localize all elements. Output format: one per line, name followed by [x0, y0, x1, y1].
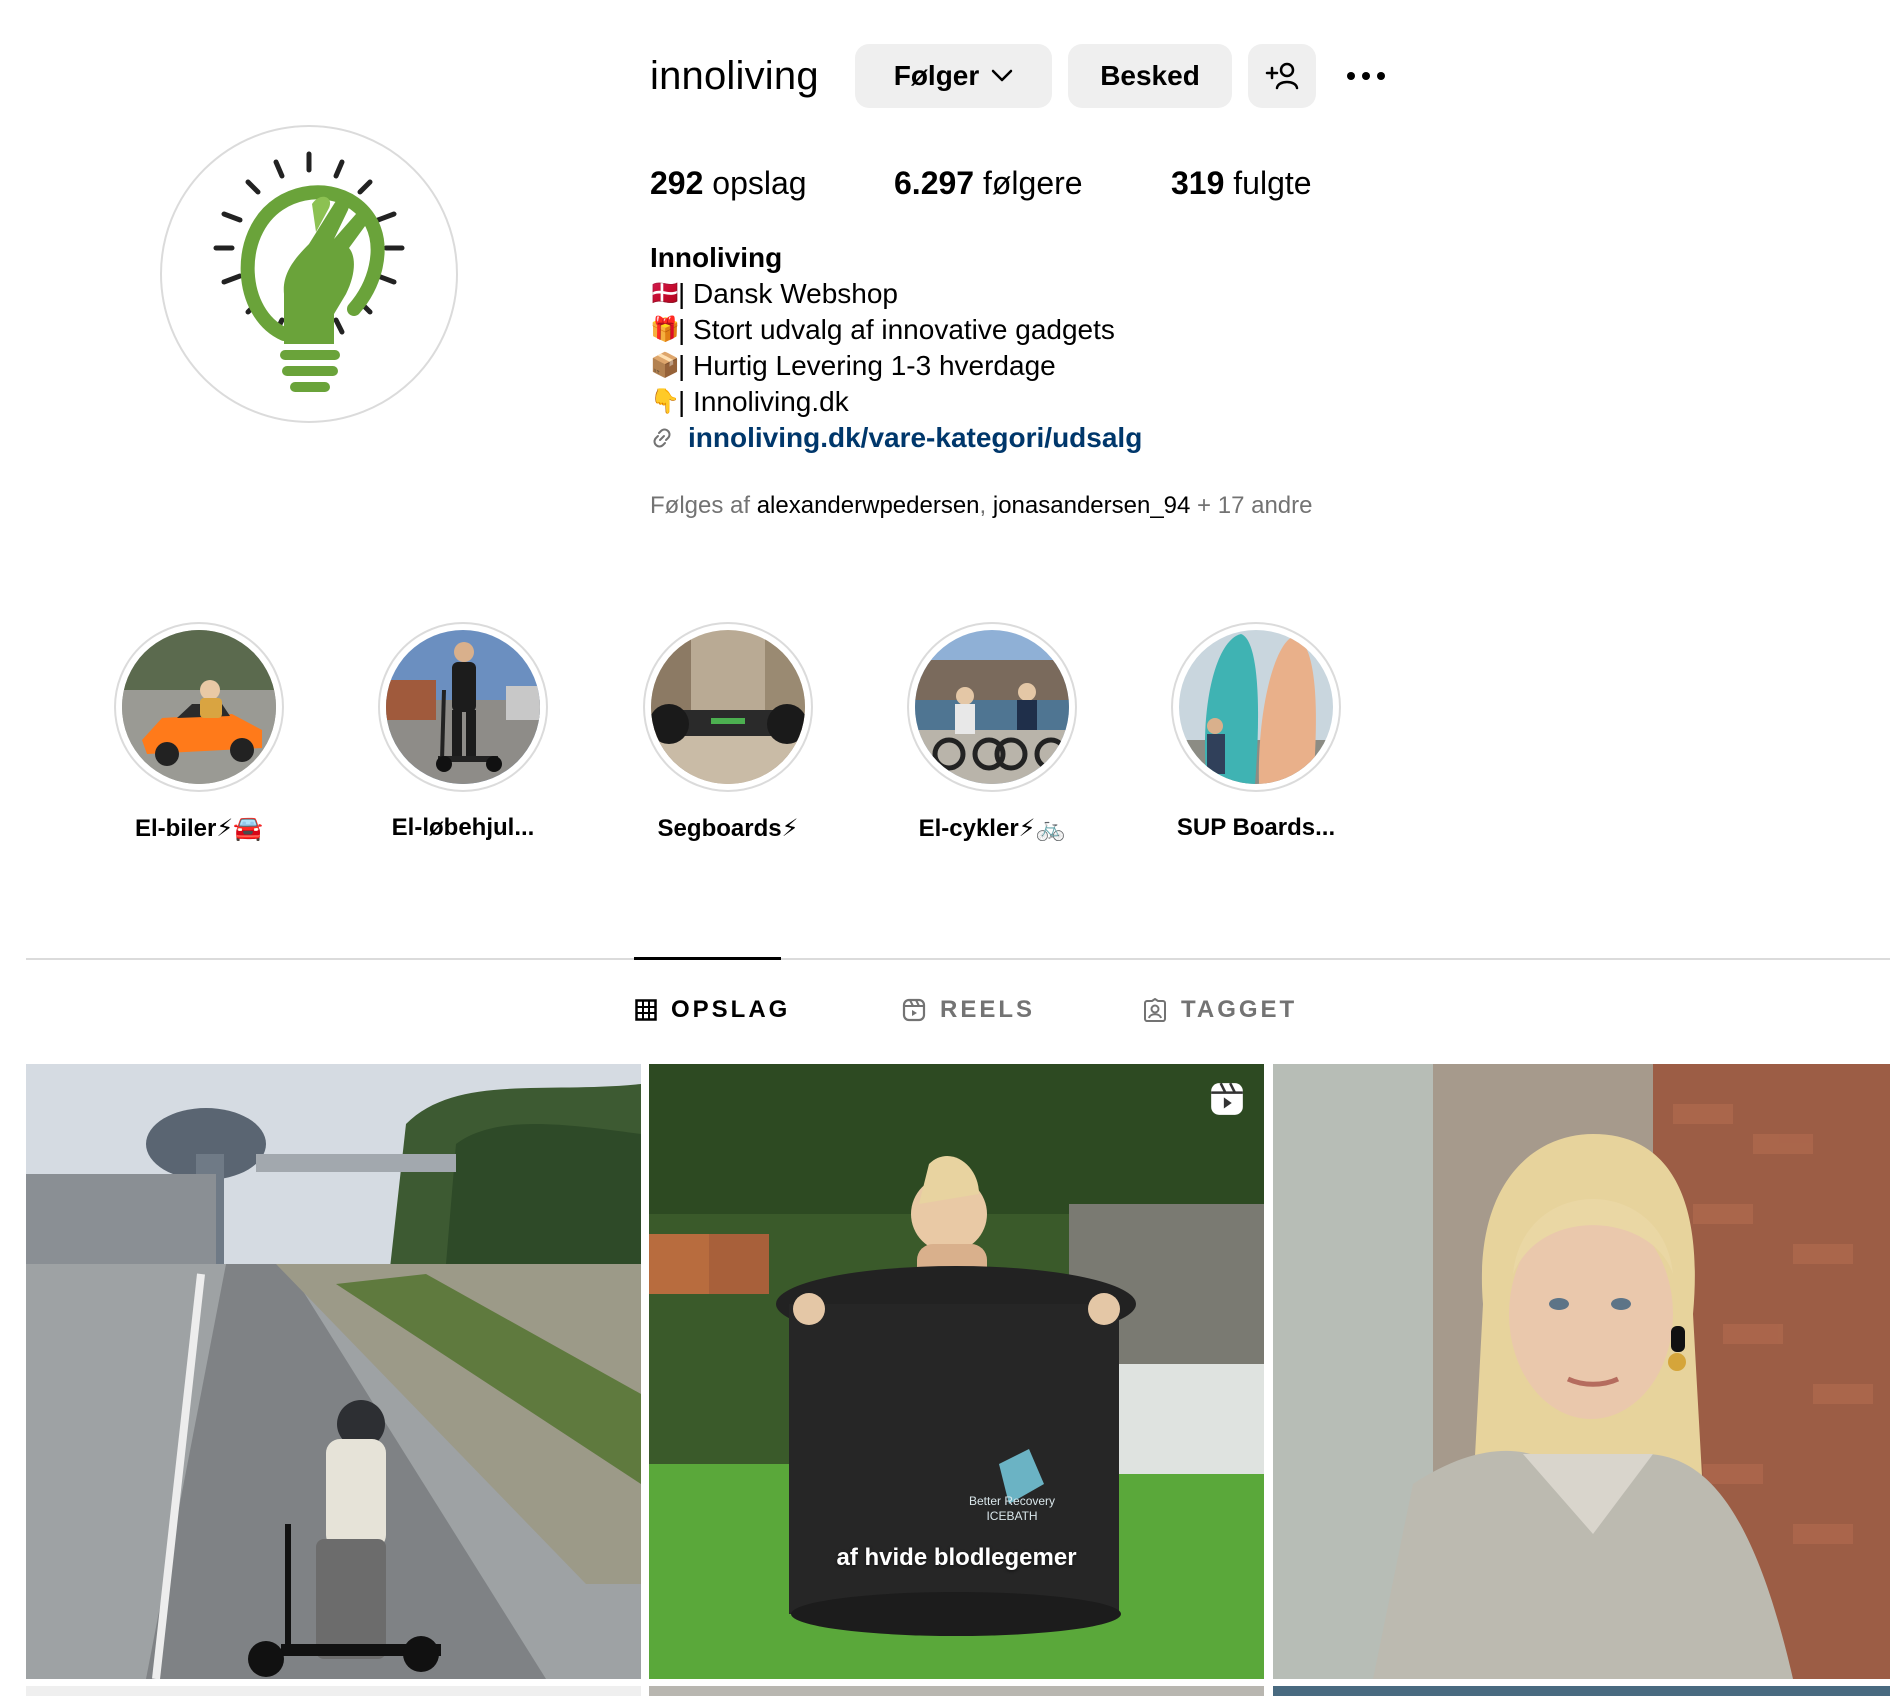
bio-link-text: innoliving.dk/vare-kategori/udsalg [688, 422, 1143, 453]
bio-line: 🎁 | Stort udvalg af innovative gadgets [650, 312, 1142, 348]
tab-tagged[interactable]: TAGGET [1143, 996, 1297, 1024]
pointing-down-icon: 👇 [650, 388, 680, 415]
active-tab-indicator [634, 957, 781, 960]
highlight-cover [1179, 630, 1333, 784]
highlight-segboards[interactable]: Segboards⚡ [643, 622, 813, 843]
followers-count[interactable]: 6.297 følgere [894, 162, 1083, 204]
profile-username: innoliving [650, 54, 819, 98]
highlight-label: Segboards⚡ [657, 815, 799, 842]
posts-count: 292 opslag [650, 165, 807, 201]
suggest-users-button[interactable] [1248, 44, 1316, 108]
highlight-cover [386, 630, 540, 784]
post-image [649, 1064, 1264, 1679]
highlight-el-cykler[interactable]: El-cykler⚡🚲 [907, 622, 1077, 843]
highlight-sup-boards[interactable]: SUP Boards... [1171, 622, 1341, 842]
more-icon [1347, 72, 1385, 80]
highlight-cover [651, 630, 805, 784]
reels-icon [902, 998, 926, 1022]
following-button-label: Følger [893, 60, 980, 91]
link-icon [653, 428, 671, 448]
following-button[interactable]: Følger [855, 44, 1052, 108]
followed-by: Følges af alexanderwpedersen, jonasander… [650, 492, 1313, 519]
highlight-el-lobehjul[interactable]: El-løbehjul... [378, 622, 548, 842]
tab-posts-label: OPSLAG [671, 996, 791, 1023]
bio-link[interactable]: innoliving.dk/vare-kategori/udsalg [650, 420, 1142, 456]
highlight-label: SUP Boards... [1176, 814, 1336, 841]
highlight-label: El-løbehjul... [391, 814, 535, 841]
highlight-cover [915, 630, 1069, 784]
tab-tagged-label: TAGGET [1181, 996, 1298, 1023]
post-tile[interactable] [1273, 1686, 1890, 1696]
grid-icon [635, 999, 657, 1021]
profile-bio: Innoliving 🇩🇰 | Dansk Webshop 🎁 | Stort ud… [650, 240, 1142, 456]
more-options-button[interactable] [1336, 56, 1396, 96]
tab-posts[interactable]: OPSLAG [635, 996, 790, 1024]
highlight-label: El-cykler⚡🚲 [918, 815, 1066, 842]
bio-line: 👇 | Innoliving.dk [650, 384, 1142, 420]
tab-reels[interactable]: REELS [902, 996, 1035, 1024]
icebath-brand-text: Better Recovery ICEBATH [969, 1494, 1056, 1523]
lightbulb-hand-logo [213, 151, 405, 392]
post-tile[interactable] [26, 1686, 641, 1696]
post-tile[interactable] [1273, 1064, 1890, 1679]
tagged-icon [1144, 998, 1166, 1022]
tab-reels-label: REELS [940, 996, 1036, 1023]
post-tile[interactable] [26, 1064, 641, 1679]
mutual-follower-link[interactable]: jonasandersen_94 [993, 492, 1191, 519]
tabs-divider [26, 958, 1890, 960]
bio-line: 📦 | Hurtig Levering 1-3 hverdage [650, 348, 1142, 384]
post-overlay-text: af hvide blodlegemer [836, 1544, 1077, 1571]
add-user-icon [1265, 62, 1299, 90]
reel-badge-icon [1208, 1080, 1246, 1118]
following-count[interactable]: 319 fulgte [1171, 162, 1312, 204]
post-tile[interactable] [649, 1686, 1264, 1696]
post-image [26, 1064, 641, 1679]
post-tile[interactable]: Better Recovery ICEBATH af hvide blodleg… [649, 1064, 1264, 1679]
profile-avatar[interactable] [160, 125, 458, 423]
denmark-flag-icon: 🇩🇰 [650, 280, 680, 307]
message-button[interactable]: Besked [1068, 44, 1232, 108]
message-button-label: Besked [1100, 60, 1200, 91]
bio-line: 🇩🇰 | Dansk Webshop [650, 276, 1142, 312]
post-image [1273, 1064, 1890, 1679]
mutual-follower-link[interactable]: alexanderwpedersen [757, 492, 980, 519]
package-icon: 📦 [650, 352, 680, 379]
chevron-down-icon [992, 69, 1013, 82]
bio-name: Innoliving [650, 242, 783, 273]
highlight-cover [122, 630, 276, 784]
highlight-el-biler[interactable]: El-biler⚡🚘 [114, 622, 284, 843]
highlight-label: El-biler⚡🚘 [134, 815, 264, 842]
gift-icon: 🎁 [650, 316, 680, 343]
